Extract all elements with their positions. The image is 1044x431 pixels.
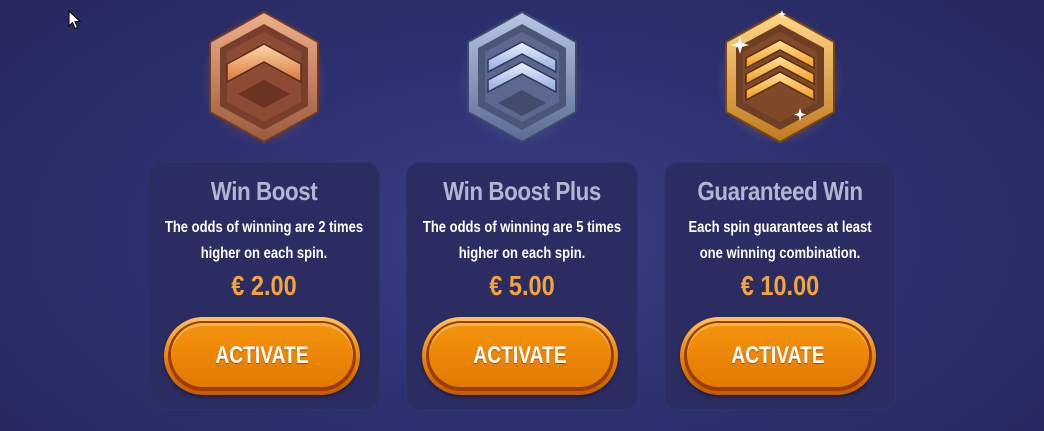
mouse-cursor-icon <box>68 10 82 30</box>
offer-title: Win Boost Plus <box>443 176 601 206</box>
offer-description: Each spin guarantees at least one winnin… <box>688 219 872 262</box>
offer-card: Guaranteed Win Each spin guarantees at l… <box>664 162 896 410</box>
activate-button[interactable]: ACTIVATE <box>422 317 618 395</box>
activate-button[interactable]: ACTIVATE <box>680 317 876 395</box>
offer-win-boost: Win Boost The odds of winning are 2 time… <box>148 0 380 431</box>
offer-title: Win Boost <box>210 176 318 206</box>
offer-description: The odds of winning are 2 times higher o… <box>164 219 364 262</box>
offer-win-boost-plus: Win Boost Plus The odds of winning are 5… <box>406 0 638 431</box>
bronze-rank-badge-icon <box>200 11 328 146</box>
offer-price: € 10.00 <box>740 270 820 301</box>
silver-rank-badge-icon <box>458 11 586 146</box>
offer-card: Win Boost The odds of winning are 2 time… <box>148 162 380 410</box>
offer-title: Guaranteed Win <box>697 176 863 206</box>
activate-button-label: ACTIVATE <box>473 342 567 369</box>
activate-button-label: ACTIVATE <box>215 342 309 369</box>
offer-price: € 5.00 <box>489 270 555 301</box>
activate-button[interactable]: ACTIVATE <box>164 317 360 395</box>
offer-guaranteed-win: Guaranteed Win Each spin guarantees at l… <box>664 0 896 431</box>
gold-rank-badge-icon <box>716 10 844 146</box>
offer-description: The odds of winning are 5 times higher o… <box>422 219 622 262</box>
offer-card: Win Boost Plus The odds of winning are 5… <box>406 162 638 410</box>
activate-button-label: ACTIVATE <box>731 342 825 369</box>
offer-price: € 2.00 <box>231 270 297 301</box>
